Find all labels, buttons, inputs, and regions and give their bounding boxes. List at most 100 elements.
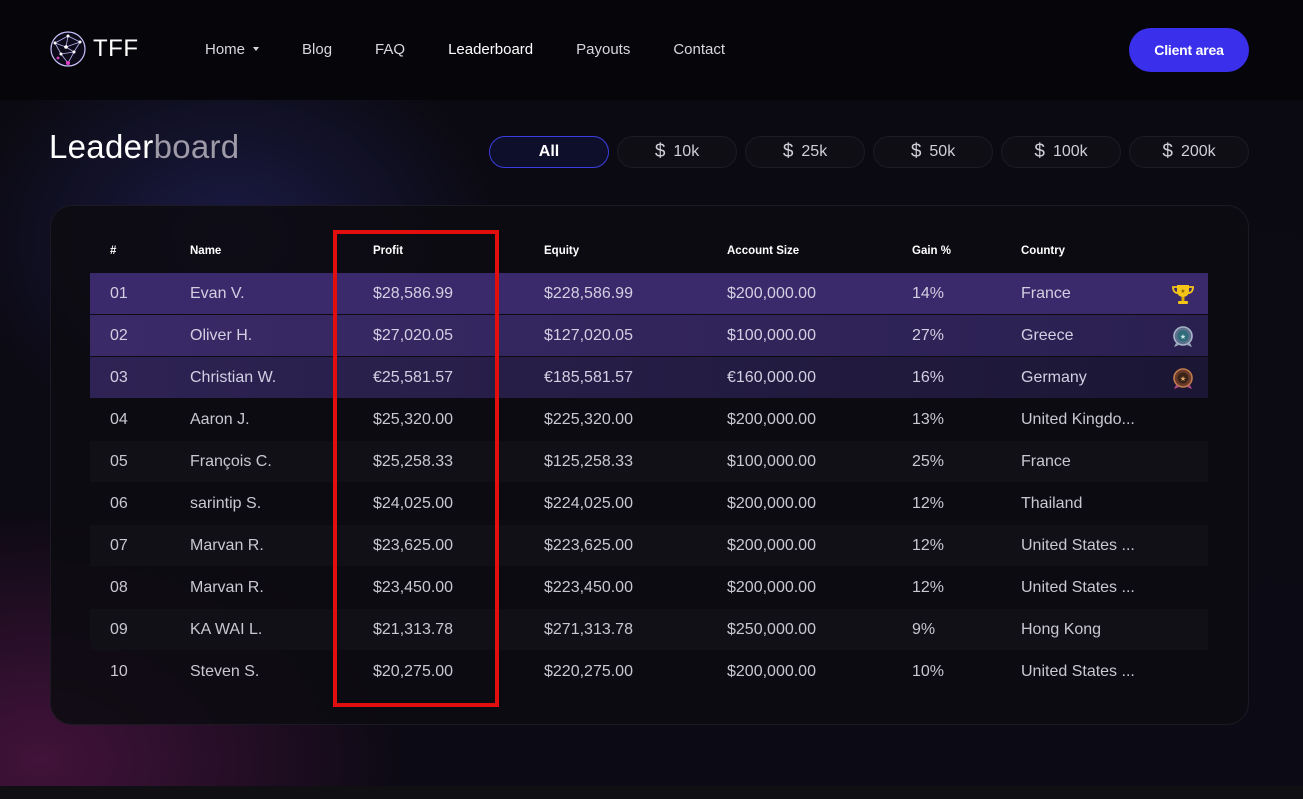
cell-gain: 12% (912, 495, 945, 512)
dollar-icon: $ (782, 141, 794, 162)
cell-country: United States ... (1021, 663, 1135, 680)
filter-50k[interactable]: $ 50k (873, 136, 993, 168)
table-row: 07 Marvan R. $23,625.00 $223,625.00 $200… (90, 525, 1208, 566)
cell-rank: 09 (110, 621, 128, 638)
cell-name: Marvan R. (190, 537, 264, 554)
dollar-icon: $ (910, 141, 922, 162)
nav-item-contact[interactable]: Contact (673, 39, 725, 59)
cell-country: France (1021, 453, 1071, 470)
dollar-icon: $ (1034, 141, 1045, 162)
cell-gain: 13% (912, 411, 945, 428)
cell-account-size: $200,000.00 (727, 537, 816, 554)
trophy-icon: ★ (1172, 285, 1194, 304)
filter-label: 200k (1180, 143, 1216, 160)
filter-25k[interactable]: $ 25k (745, 136, 865, 168)
cell-rank: 08 (110, 579, 128, 596)
nav-item-label: Blog (302, 40, 333, 58)
silver-medal-icon: ★ (1173, 326, 1193, 347)
cell-country: Hong Kong (1021, 621, 1102, 638)
filter-label: 50k (929, 143, 956, 160)
cell-name: Marvan R. (190, 579, 264, 596)
cell-account-size: $200,000.00 (727, 495, 816, 512)
svg-text:★: ★ (1180, 288, 1185, 295)
cell-name: François C. (190, 453, 272, 470)
filter-10k[interactable]: $ 10k (617, 136, 737, 168)
table-row: 01 Evan V. $28,586.99 $228,586.99 $200,0… (90, 273, 1208, 314)
account-size-filters: All $ 10k $ 25k $ 50k $ 100k $ 200k (489, 136, 1249, 168)
cell-profit: $28,586.99 (373, 285, 454, 302)
filter-all[interactable]: All (489, 136, 609, 168)
cell-country: Thailand (1021, 495, 1083, 512)
page-title: Leaderboard (49, 128, 239, 166)
nav-item-label: FAQ (375, 40, 406, 58)
cell-profit: $21,313.78 (373, 621, 454, 638)
page-title-part2: board (153, 128, 240, 165)
nav-item-faq[interactable]: FAQ (375, 39, 405, 59)
cell-gain: 25% (912, 453, 945, 470)
cell-rank: 01 (110, 285, 128, 302)
nav-item-home[interactable]: Home (205, 39, 260, 59)
nav-item-leaderboard[interactable]: Leaderboard (448, 39, 533, 59)
nav-item-blog[interactable]: Blog (302, 39, 332, 59)
nav-item-label: Leaderboard (448, 40, 534, 58)
cell-name: Aaron J. (190, 411, 250, 428)
cell-name: Oliver H. (190, 327, 253, 344)
cell-country: United States ... (1021, 579, 1135, 596)
table-header: # Name Profit Equity Account Size Gain %… (90, 245, 1208, 263)
nav-item-payouts[interactable]: Payouts (576, 39, 630, 59)
cell-equity: $220,275.00 (544, 663, 633, 680)
cell-gain: 12% (912, 579, 945, 596)
bottom-edge (0, 786, 1303, 799)
dollar-icon: $ (1162, 141, 1173, 162)
network-globe-logo-icon (50, 31, 86, 67)
cell-country: France (1021, 285, 1071, 302)
top-navbar: TFF Home Blog FAQ Leaderboard Payouts Co… (0, 0, 1303, 100)
cell-name: Evan V. (190, 285, 245, 302)
table-row: 06 sarintip S. $24,025.00 $224,025.00 $2… (90, 483, 1208, 524)
filter-label: All (538, 143, 560, 160)
client-area-button[interactable]: Client area (1129, 28, 1249, 72)
cell-equity: $224,025.00 (544, 495, 633, 512)
cell-country: United Kingdo... (1021, 411, 1135, 428)
cell-profit: €25,581.57 (373, 369, 454, 386)
main-nav: Home Blog FAQ Leaderboard Payouts Contac… (205, 39, 768, 59)
cell-profit: $27,020.05 (373, 327, 454, 344)
filter-200k[interactable]: $ 200k (1129, 136, 1249, 168)
filter-label: 25k (801, 143, 828, 160)
cell-rank: 03 (110, 369, 128, 386)
brand-logo[interactable]: TFF (49, 30, 138, 68)
table-row: 03 Christian W. €25,581.57 €185,581.57 €… (90, 357, 1208, 398)
column-header-account-size: Account Size (727, 245, 800, 257)
cell-account-size: $200,000.00 (727, 663, 816, 680)
cell-account-size: $200,000.00 (727, 411, 816, 428)
page-title-part1: Leader (49, 128, 154, 165)
cell-gain: 10% (912, 663, 945, 680)
table-row: 05 François C. $25,258.33 $125,258.33 $1… (90, 441, 1208, 482)
cell-equity: $225,320.00 (544, 411, 633, 428)
table-row: 02 Oliver H. $27,020.05 $127,020.05 $100… (90, 315, 1208, 356)
filter-100k[interactable]: $ 100k (1001, 136, 1121, 168)
cell-account-size: $100,000.00 (727, 453, 816, 470)
cell-account-size: $200,000.00 (727, 285, 816, 302)
cell-country: United States ... (1021, 537, 1135, 554)
cell-gain: 9% (912, 621, 936, 638)
cell-equity: $223,625.00 (544, 537, 633, 554)
filter-label: 100k (1052, 143, 1088, 160)
cell-account-size: $200,000.00 (727, 579, 816, 596)
cell-gain: 14% (912, 285, 945, 302)
cell-gain: 12% (912, 537, 945, 554)
column-header-name: Name (190, 245, 222, 257)
bronze-medal-icon: ★ (1173, 368, 1193, 389)
cell-rank: 06 (110, 495, 128, 512)
nav-item-label: Contact (673, 40, 726, 58)
cell-equity: $228,586.99 (544, 285, 633, 302)
nav-item-label: Home (205, 40, 246, 58)
cell-gain: 16% (912, 369, 945, 386)
nav-item-label: Payouts (576, 40, 631, 58)
cell-equity: $223,450.00 (544, 579, 633, 596)
cell-profit: $23,450.00 (373, 579, 454, 596)
cell-account-size: $100,000.00 (727, 327, 816, 344)
cell-rank: 04 (110, 411, 128, 428)
table-row: 10 Steven S. $20,275.00 $220,275.00 $200… (90, 651, 1208, 692)
chevron-down-icon (253, 47, 260, 51)
